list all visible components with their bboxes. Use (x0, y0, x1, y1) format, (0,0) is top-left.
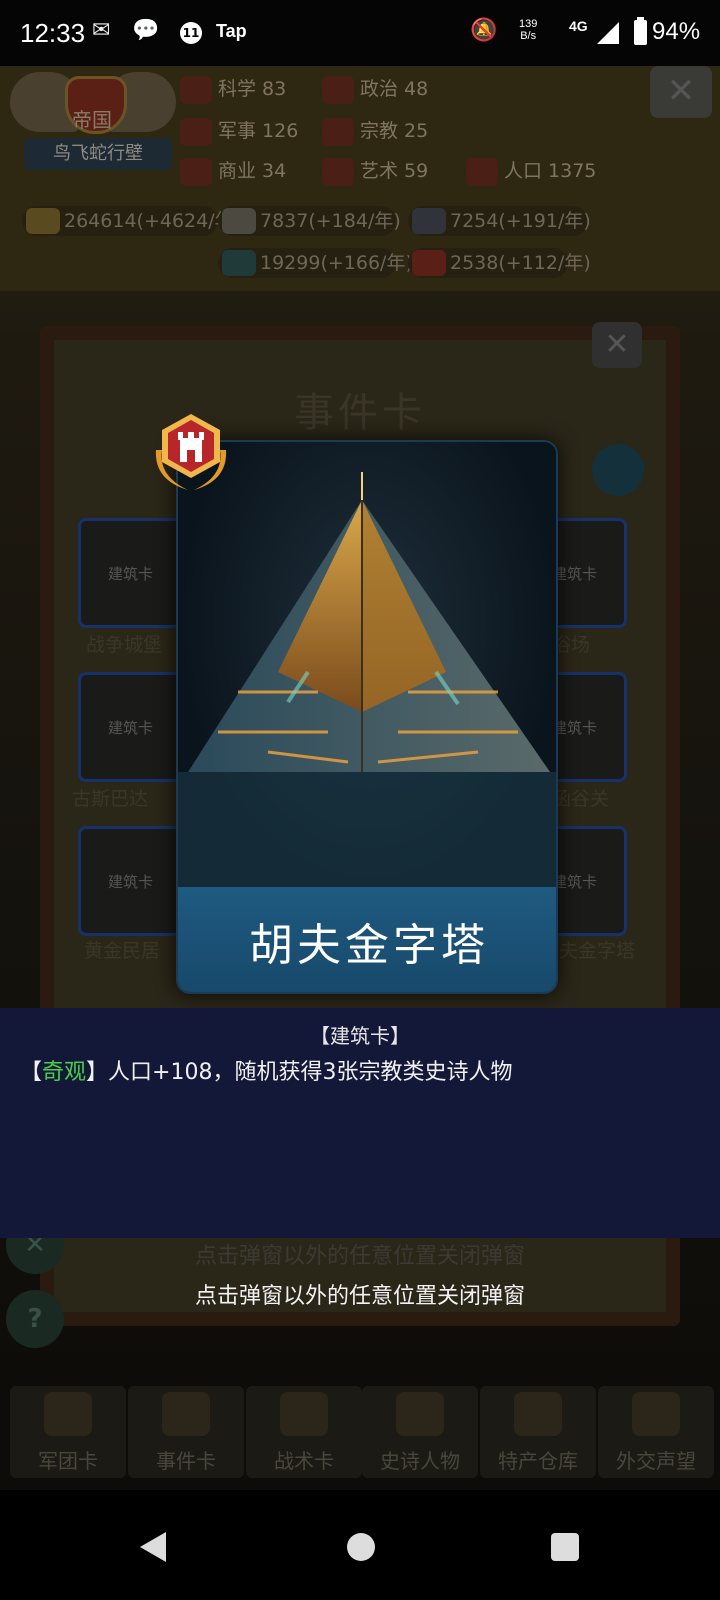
card-name-bar: 胡夫金字塔 (178, 887, 556, 992)
crown-icon (396, 1392, 444, 1436)
nav-diplomacy[interactable]: 外交声望 (598, 1386, 714, 1478)
scale-icon (180, 157, 212, 186)
chest-icon (514, 1392, 562, 1436)
system-nav-bar (0, 1490, 720, 1600)
nav-specialty-warehouse[interactable]: 特产仓库 (480, 1386, 596, 1478)
resource-stone: 7837(+184/年) (218, 206, 401, 236)
science-icon (180, 75, 212, 104)
stat-politics: 政治 48 (322, 74, 428, 104)
home-icon[interactable] (347, 1533, 375, 1561)
stat-science: 科学 83 (180, 74, 286, 104)
card-name: 胡夫金字塔 (249, 920, 489, 971)
nav-legion-cards[interactable]: 军团卡 (10, 1386, 126, 1478)
recent-apps-icon[interactable] (551, 1533, 579, 1561)
close-empire-button[interactable]: ✕ (650, 66, 712, 118)
resource-iron: 7254(+191/年) (408, 206, 591, 236)
mute-bell-icon: 🔕 (470, 18, 498, 43)
bottom-nav: 军团卡 事件卡 战术卡 史诗人物 特产仓库 外交声望 (0, 1376, 720, 1490)
card-type: 【建筑卡】 (310, 1024, 410, 1048)
pyramid-artwork (178, 442, 556, 892)
stone-icon (222, 208, 256, 234)
stat-art: 艺术 59 (322, 156, 428, 186)
network-type: 4G (569, 18, 588, 34)
card-label: 古斯巴达 (72, 788, 149, 810)
resource-food: 2538(+112/年) (408, 248, 591, 278)
stat-commerce: 商业 34 (180, 156, 286, 186)
stat-religion: 宗教 25 (322, 116, 428, 146)
temple-icon (322, 75, 354, 104)
card-category: 奇观 (42, 1060, 87, 1085)
empire-name: 鸟飞蛇行壁 (24, 138, 172, 170)
art-icon (322, 157, 354, 186)
net-speed: 139 B/s (519, 18, 538, 42)
panel-title: 事件卡 (294, 390, 426, 436)
empire-emblem[interactable]: 帝国 鸟飞蛇行壁 (10, 66, 176, 181)
person-icon (466, 157, 498, 186)
empire-header: 帝国 鸟飞蛇行壁 科学 83 政治 48 军事 126 宗教 25 商业 34 … (0, 66, 720, 291)
battery-percent: 94% (652, 18, 701, 45)
religion-icon (322, 117, 354, 146)
meat-icon (412, 250, 446, 276)
card-effect: 【奇观】人口+108，随机获得3张宗教类史诗人物 (20, 1060, 513, 1085)
tower-badge-icon (148, 410, 234, 494)
card-label: 函谷关 (552, 788, 610, 810)
close-hint-shadow: 点击弹窗以外的任意位置关闭弹窗 (194, 1244, 525, 1269)
card-description-panel: 【建筑卡】 【奇观】人口+108，随机获得3张宗教类史诗人物 (0, 1008, 720, 1238)
scroll-icon (162, 1392, 210, 1436)
tap-app-icon: Tap (216, 21, 247, 41)
card-popup: 胡夫金字塔 (176, 440, 558, 994)
signal-icon (597, 22, 619, 44)
stat-population: 人口 1375 (466, 156, 596, 186)
card-thumb[interactable]: 建筑卡 (78, 672, 183, 782)
card-label: 黄金民居 (84, 940, 161, 962)
nav-epic-characters[interactable]: 史诗人物 (362, 1386, 478, 1478)
helmet-icon (44, 1392, 92, 1436)
tactic-icon (280, 1392, 328, 1436)
battery-icon (634, 17, 647, 45)
swords-icon (180, 117, 212, 146)
chat-bubble-icon: 💬 (132, 18, 160, 43)
nav-tactic-cards[interactable]: 战术卡 (246, 1386, 362, 1478)
letter-icon (632, 1392, 680, 1436)
filter-icon[interactable] (592, 444, 644, 496)
clock: 12:33 (20, 18, 86, 48)
wechat-icon: ✉ (92, 18, 111, 43)
card-thumb[interactable]: 建筑卡 (78, 826, 183, 936)
resource-wood: 19299(+166/年) (218, 248, 413, 278)
status-bar: 12:33 ✉ 💬 11 Tap 🔕 139 B/s 4G 94% (0, 0, 720, 66)
close-panel-button[interactable]: ✕ (592, 322, 642, 368)
close-hint: 点击弹窗以外的任意位置关闭弹窗 (194, 1284, 525, 1309)
back-icon[interactable] (140, 1532, 166, 1562)
resource-gold: 264614(+4624/年) (22, 206, 241, 236)
empire-title: 帝国 (72, 108, 112, 132)
gold-icon (26, 208, 60, 234)
nav-event-cards[interactable]: 事件卡 (128, 1386, 244, 1478)
iron-icon (412, 208, 446, 234)
wood-icon (222, 250, 256, 276)
notification-count-badge: 11 (180, 22, 202, 44)
card-thumb[interactable]: 建筑卡 (78, 518, 183, 628)
card-label: 战争城堡 (86, 634, 163, 656)
stat-military: 军事 126 (180, 116, 298, 146)
